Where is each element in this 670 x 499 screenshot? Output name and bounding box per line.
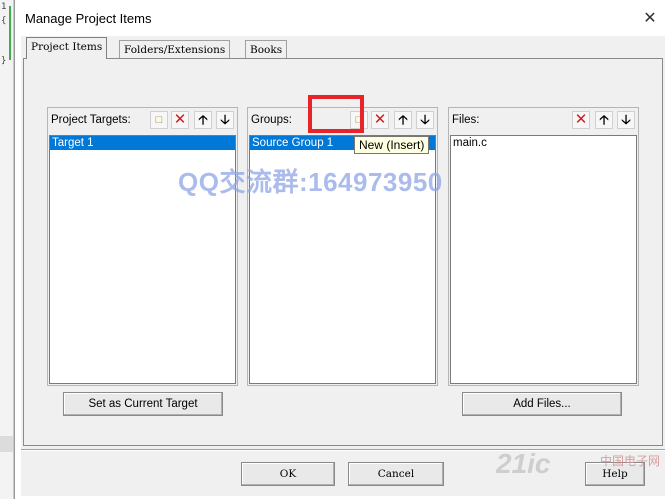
delete-group-button[interactable]: ✕ — [371, 111, 389, 129]
project-targets-label: Project Targets: — [51, 114, 131, 126]
tab-project-items[interactable]: Project Items — [26, 37, 108, 59]
change-marker — [9, 6, 11, 60]
ok-button[interactable]: OK — [241, 462, 335, 486]
title-bar: Manage Project Items ✕ — [15, 0, 670, 36]
move-down-icon: 🡣 — [621, 112, 631, 127]
line-number: } — [1, 56, 7, 66]
project-targets-group: Project Targets: □ ✕ 🡡 🡣 Target 1 — [47, 107, 238, 386]
footer-separator — [21, 449, 665, 451]
editor-background-strip: 1 { } — [0, 0, 14, 499]
site-logo-subtitle: 中国电子网 — [600, 454, 661, 468]
move-target-up-button[interactable]: 🡡 — [194, 111, 212, 129]
list-item[interactable]: Target 1 — [50, 136, 235, 150]
move-group-up-button[interactable]: 🡡 — [394, 111, 412, 129]
move-target-down-button[interactable]: 🡣 — [216, 111, 234, 129]
move-up-icon: 🡡 — [198, 112, 208, 127]
watermark: QQ交流群:164973950 — [178, 167, 443, 197]
scrollbar-thumb[interactable] — [0, 436, 13, 452]
cancel-button[interactable]: Cancel — [348, 462, 444, 486]
tab-books[interactable]: Books — [245, 40, 288, 58]
move-up-icon: 🡡 — [599, 112, 609, 127]
delete-file-button[interactable]: ✕ — [572, 111, 590, 129]
add-files-button[interactable]: Add Files... — [462, 392, 622, 416]
move-file-up-button[interactable]: 🡡 — [595, 111, 613, 129]
site-logo: 21ic — [496, 448, 551, 479]
new-target-button[interactable]: □ — [150, 111, 168, 129]
close-icon: ✕ — [643, 10, 657, 27]
line-number: 1 — [1, 2, 7, 12]
files-group: Files: ✕ 🡡 🡣 main.c — [448, 107, 639, 386]
move-group-down-button[interactable]: 🡣 — [416, 111, 434, 129]
tooltip: New (Insert) — [354, 136, 430, 154]
move-file-down-button[interactable]: 🡣 — [617, 111, 635, 129]
move-down-icon: 🡣 — [420, 112, 430, 127]
groups-label: Groups: — [251, 114, 292, 126]
set-as-current-target-button[interactable]: Set as Current Target — [63, 392, 223, 416]
files-label: Files: — [452, 114, 480, 126]
manage-project-items-dialog: Manage Project Items ✕ Project Items Fol… — [14, 0, 670, 499]
line-number: { — [1, 16, 7, 26]
move-down-icon: 🡣 — [220, 112, 230, 127]
dialog-title: Manage Project Items — [25, 11, 152, 26]
delete-icon: ✕ — [373, 111, 387, 128]
tab-folders-extensions[interactable]: Folders/Extensions — [119, 40, 231, 58]
delete-icon: ✕ — [574, 111, 588, 128]
close-button[interactable]: ✕ — [639, 8, 661, 30]
move-up-icon: 🡡 — [398, 112, 408, 127]
list-item[interactable]: main.c — [451, 136, 636, 150]
files-list[interactable]: main.c — [450, 135, 637, 384]
delete-target-button[interactable]: ✕ — [171, 111, 189, 129]
annotation-highlight-box — [308, 95, 364, 133]
new-icon: □ — [155, 114, 163, 126]
delete-icon: ✕ — [173, 111, 187, 128]
